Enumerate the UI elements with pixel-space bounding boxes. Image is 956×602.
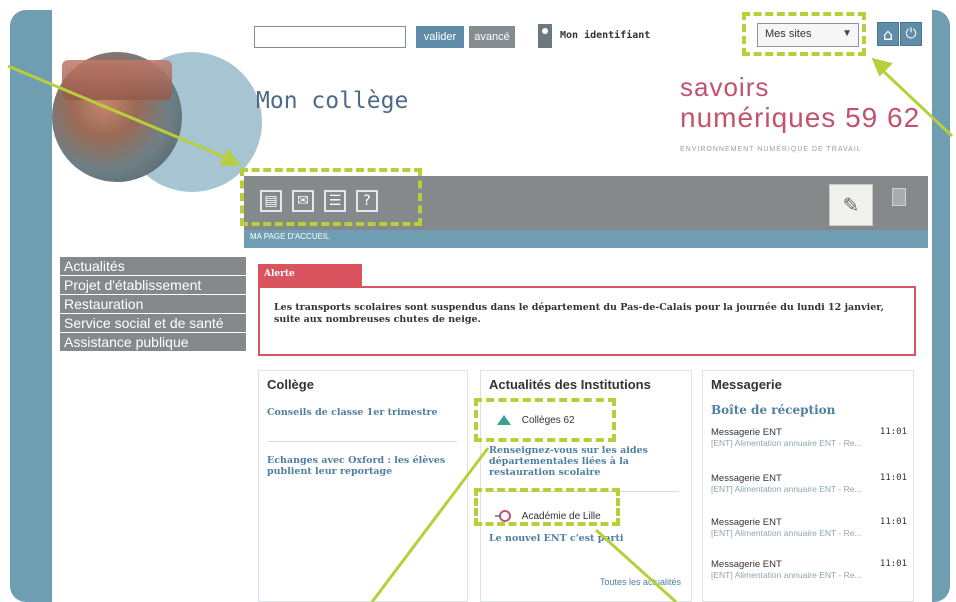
message-sender: Messagerie ENT bbox=[711, 517, 782, 528]
advanced-search-button[interactable]: avancé bbox=[469, 26, 515, 48]
my-id-link[interactable]: Mon identifiant bbox=[560, 30, 650, 41]
alert-tab: Alerte bbox=[258, 264, 362, 286]
menu-item-service-social[interactable]: Service social et de santé bbox=[60, 314, 246, 332]
message-subject: [ENT] Alimentation annuaire ENT - Re... bbox=[711, 570, 862, 580]
college-news-link-1[interactable]: Conseils de classe 1er trimestre bbox=[267, 407, 457, 418]
alert-text: Les transports scolaires sont suspendus … bbox=[274, 302, 884, 325]
highlight-colleges62 bbox=[474, 398, 616, 442]
institution-news-link-1[interactable]: Renseignez-vous sur les aides départemen… bbox=[489, 445, 679, 478]
highlight-my-sites bbox=[742, 12, 866, 56]
home-page-label[interactable]: MA PAGE D'ACCUEIL bbox=[250, 232, 330, 241]
logout-icon[interactable]: ⏻ bbox=[900, 22, 922, 46]
message-time: 11:01 bbox=[879, 517, 907, 527]
logo-text-line2: numériques 59 62 bbox=[680, 102, 921, 133]
message-sender: Messagerie ENT bbox=[711, 559, 782, 570]
logo-text-line1: savoirs bbox=[680, 72, 770, 102]
page-title: Mon collège bbox=[256, 88, 409, 114]
institution-news-link-2[interactable]: Le nouvel ENT c'est parti bbox=[489, 533, 679, 544]
building-photo bbox=[62, 60, 172, 100]
message-time: 11:01 bbox=[879, 559, 907, 569]
message-time: 11:01 bbox=[879, 427, 907, 437]
message-subject: [ENT] Alimentation annuaire ENT - Re... bbox=[711, 484, 862, 494]
toolbar-subbar: MA PAGE D'ACCUEIL bbox=[244, 230, 928, 248]
highlight-toolbar-icons bbox=[240, 168, 422, 226]
message-time: 11:01 bbox=[879, 473, 907, 483]
all-news-link[interactable]: Toutes les actualités bbox=[600, 577, 681, 587]
menu-item-projet[interactable]: Projet d'établissement bbox=[60, 276, 246, 294]
search-submit-button[interactable]: valider bbox=[416, 26, 464, 48]
inbox-title[interactable]: Boîte de réception bbox=[711, 403, 835, 417]
logo-tagline: ENVIRONNEMENT NUMÉRIQUE DE TRAVAIL bbox=[680, 146, 862, 153]
message-subject: [ENT] Alimentation annuaire ENT - Re... bbox=[711, 438, 862, 448]
highlight-academie bbox=[474, 488, 620, 526]
message-item[interactable]: Messagerie ENT 11:01 [ENT] Alimentation … bbox=[711, 473, 907, 494]
menu-item-restauration[interactable]: Restauration bbox=[60, 295, 246, 313]
college-panel: Collège Conseils de classe 1er trimestre… bbox=[258, 370, 468, 602]
alert-box: Les transports scolaires sont suspendus … bbox=[258, 286, 916, 356]
user-icon bbox=[538, 24, 552, 48]
message-item[interactable]: Messagerie ENT 11:01 [ENT] Alimentation … bbox=[711, 517, 907, 538]
message-item[interactable]: Messagerie ENT 11:01 [ENT] Alimentation … bbox=[711, 427, 907, 448]
message-subject: [ENT] Alimentation annuaire ENT - Re... bbox=[711, 528, 862, 538]
right-decor-strip bbox=[932, 10, 950, 602]
college-news-link-2[interactable]: Echanges avec Oxford : les élèves publie… bbox=[267, 455, 457, 477]
edit-page-icon[interactable]: ✎ bbox=[829, 184, 873, 226]
messagerie-panel-title: Messagerie bbox=[711, 377, 782, 392]
settings-icon[interactable] bbox=[892, 188, 906, 206]
college-panel-title: Collège bbox=[267, 377, 314, 392]
left-menu: Actualités Projet d'établissement Restau… bbox=[60, 257, 246, 352]
search-input[interactable] bbox=[254, 26, 406, 48]
message-sender: Messagerie ENT bbox=[711, 427, 782, 438]
home-icon[interactable]: ⌂ bbox=[877, 22, 899, 46]
message-item[interactable]: Messagerie ENT 11:01 [ENT] Alimentation … bbox=[711, 559, 907, 580]
messagerie-panel: Messagerie Boîte de réception Messagerie… bbox=[702, 370, 914, 602]
menu-item-actualites[interactable]: Actualités bbox=[60, 257, 246, 275]
divider bbox=[267, 441, 457, 442]
institutions-panel-title: Actualités des Institutions bbox=[489, 377, 651, 392]
message-sender: Messagerie ENT bbox=[711, 473, 782, 484]
menu-item-assistance[interactable]: Assistance publique bbox=[60, 333, 246, 351]
header-photo bbox=[32, 42, 262, 212]
